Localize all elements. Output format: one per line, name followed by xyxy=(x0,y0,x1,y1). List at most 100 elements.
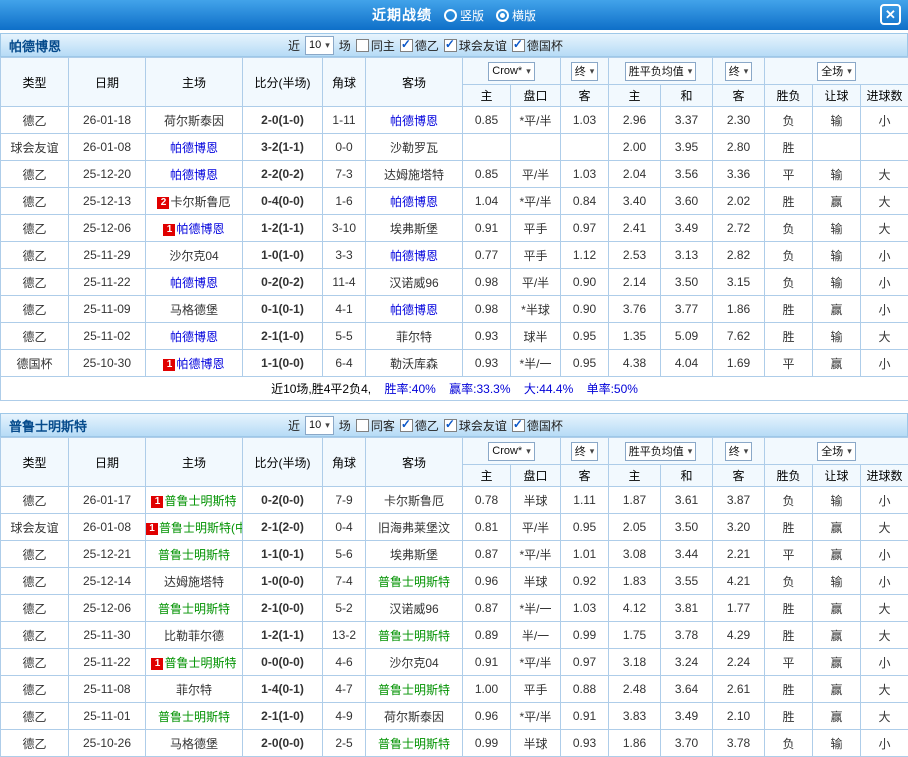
home-team-name[interactable]: 卡尔斯鲁厄 xyxy=(170,195,230,209)
avg-draw: 3.56 xyxy=(661,161,713,188)
goals-result-cell: 小 xyxy=(861,730,908,757)
col-avg-away: 客 xyxy=(713,465,765,487)
away-team-name[interactable]: 普鲁士明斯特 xyxy=(378,737,450,751)
away-team-name[interactable]: 沙尔克04 xyxy=(389,656,438,670)
odds-home: 1.00 xyxy=(463,676,511,703)
away-team-name[interactable]: 埃弗斯堡 xyxy=(390,222,438,236)
odds-line: 平/半 xyxy=(511,269,561,296)
home-team-name[interactable]: 帕德博恩 xyxy=(170,168,218,182)
col-avg-draw: 和 xyxy=(661,465,713,487)
home-team-name[interactable]: 帕德博恩 xyxy=(170,330,218,344)
home-team-name[interactable]: 普鲁士明斯特 xyxy=(158,602,230,616)
handicap-result-cell: 输 xyxy=(813,323,861,350)
avg-home: 2.53 xyxy=(609,242,661,269)
avg-time-select[interactable]: 终 xyxy=(725,442,753,461)
scope-select[interactable]: 全场 xyxy=(817,442,856,461)
home-team-cell: 菲尔特 xyxy=(146,676,243,703)
away-team-cell: 普鲁士明斯特 xyxy=(366,568,463,595)
away-team-name[interactable]: 卡尔斯鲁厄 xyxy=(384,494,444,508)
odds-line: *平/半 xyxy=(511,703,561,730)
match-type: 德乙 xyxy=(1,730,69,757)
away-team-name[interactable]: 达姆施塔特 xyxy=(384,168,444,182)
avg-draw: 3.44 xyxy=(661,541,713,568)
odds-time-select[interactable]: 终 xyxy=(571,442,599,461)
away-team-name[interactable]: 埃弗斯堡 xyxy=(390,548,438,562)
match-date: 25-11-09 xyxy=(69,296,146,323)
home-team-name[interactable]: 达姆施塔特 xyxy=(164,575,224,589)
table-row: 球会友谊 26-01-08 1普鲁士明斯特(中) 2-1(2-0) 0-4 旧海… xyxy=(1,514,908,541)
home-team-name[interactable]: 帕德博恩 xyxy=(170,141,218,155)
avg-type-select[interactable]: 胜平负均值 xyxy=(625,442,697,461)
home-team-name[interactable]: 普鲁士明斯特(中) xyxy=(159,521,243,535)
away-team-cell: 勒沃库森 xyxy=(366,350,463,377)
home-team-name[interactable]: 普鲁士明斯特 xyxy=(158,710,230,724)
odds-home: 0.96 xyxy=(463,703,511,730)
away-team-name[interactable]: 汉诺威96 xyxy=(389,276,438,290)
home-team-name[interactable]: 比勒菲尔德 xyxy=(164,629,224,643)
table-row: 德乙 25-11-30 比勒菲尔德 1-2(1-1) 13-2 普鲁士明斯特 0… xyxy=(1,622,908,649)
layout-radio-horizontal[interactable]: 横版 xyxy=(496,7,536,24)
away-team-cell: 沙勒罗瓦 xyxy=(366,134,463,161)
same-venue-checkbox[interactable]: 同主 xyxy=(356,37,395,54)
away-team-name[interactable]: 帕德博恩 xyxy=(390,195,438,209)
home-team-name[interactable]: 普鲁士明斯特 xyxy=(164,494,236,508)
home-team-name[interactable]: 帕德博恩 xyxy=(170,276,218,290)
league-checkbox-bundesliga2[interactable]: 德乙 xyxy=(400,37,439,54)
odds-away: 1.03 xyxy=(561,107,609,134)
away-team-name[interactable]: 菲尔特 xyxy=(396,330,432,344)
home-team-name[interactable]: 普鲁士明斯特 xyxy=(158,548,230,562)
away-team-cell: 卡尔斯鲁厄 xyxy=(366,487,463,514)
away-team-name[interactable]: 帕德博恩 xyxy=(390,114,438,128)
col-away: 客场 xyxy=(366,58,463,107)
league-checkbox-friendly[interactable]: 球会友谊 xyxy=(444,37,507,54)
away-team-name[interactable]: 帕德博恩 xyxy=(390,249,438,263)
scope-select[interactable]: 全场 xyxy=(817,62,856,81)
home-team-name[interactable]: 马格德堡 xyxy=(170,303,218,317)
odds-home: 0.98 xyxy=(463,296,511,323)
odds-away: 0.95 xyxy=(561,323,609,350)
away-team-name[interactable]: 旧海弗莱堡汶 xyxy=(378,521,450,535)
avg-time-select[interactable]: 终 xyxy=(725,62,753,81)
match-type: 德乙 xyxy=(1,622,69,649)
col-date: 日期 xyxy=(69,58,146,107)
home-team-name[interactable]: 帕德博恩 xyxy=(176,222,224,236)
away-team-name[interactable]: 汉诺威96 xyxy=(389,602,438,616)
team-section-home: 帕德博恩 近 10 场 同主 德乙 球会友谊 德国杯 类型 日期 主场 比分(半… xyxy=(0,33,908,401)
home-team-name[interactable]: 普鲁士明斯特 xyxy=(164,656,236,670)
odds-time-select[interactable]: 终 xyxy=(571,62,599,81)
away-team-name[interactable]: 普鲁士明斯特 xyxy=(378,575,450,589)
bookmaker-select[interactable]: Crow* xyxy=(488,442,534,461)
home-team-name[interactable]: 沙尔克04 xyxy=(169,249,218,263)
away-team-name[interactable]: 帕德博恩 xyxy=(390,303,438,317)
matches-count-select[interactable]: 10 xyxy=(305,36,334,55)
match-date: 25-11-30 xyxy=(69,622,146,649)
away-team-name[interactable]: 勒沃库森 xyxy=(390,357,438,371)
goals-result-cell: 小 xyxy=(861,107,908,134)
away-team-name[interactable]: 沙勒罗瓦 xyxy=(390,141,438,155)
avg-home: 3.08 xyxy=(609,541,661,568)
odds-away: 0.84 xyxy=(561,188,609,215)
avg-draw: 3.95 xyxy=(661,134,713,161)
home-team-name[interactable]: 菲尔特 xyxy=(176,683,212,697)
avg-type-select[interactable]: 胜平负均值 xyxy=(625,62,697,81)
matches-count-select[interactable]: 10 xyxy=(305,416,334,435)
league-checkbox-cup[interactable]: 德国杯 xyxy=(512,417,563,434)
away-team-name[interactable]: 普鲁士明斯特 xyxy=(378,683,450,697)
league-checkbox-friendly[interactable]: 球会友谊 xyxy=(444,417,507,434)
bookmaker-select[interactable]: Crow* xyxy=(488,62,534,81)
layout-radio-vertical[interactable]: 竖版 xyxy=(444,7,484,24)
home-team-name[interactable]: 帕德博恩 xyxy=(176,357,224,371)
score-cell: 1-2(1-1) xyxy=(243,215,323,242)
away-team-name[interactable]: 普鲁士明斯特 xyxy=(378,629,450,643)
close-button[interactable]: ✕ xyxy=(880,4,901,25)
col-odds-away: 客 xyxy=(561,85,609,107)
home-team-name[interactable]: 马格德堡 xyxy=(170,737,218,751)
same-venue-checkbox[interactable]: 同客 xyxy=(356,417,395,434)
team-name: 普鲁士明斯特 xyxy=(9,416,87,435)
home-team-name[interactable]: 荷尔斯泰因 xyxy=(164,114,224,128)
match-date: 25-11-22 xyxy=(69,649,146,676)
league-checkbox-cup[interactable]: 德国杯 xyxy=(512,37,563,54)
avg-away: 2.24 xyxy=(713,649,765,676)
away-team-name[interactable]: 荷尔斯泰因 xyxy=(384,710,444,724)
league-checkbox-bundesliga2[interactable]: 德乙 xyxy=(400,417,439,434)
